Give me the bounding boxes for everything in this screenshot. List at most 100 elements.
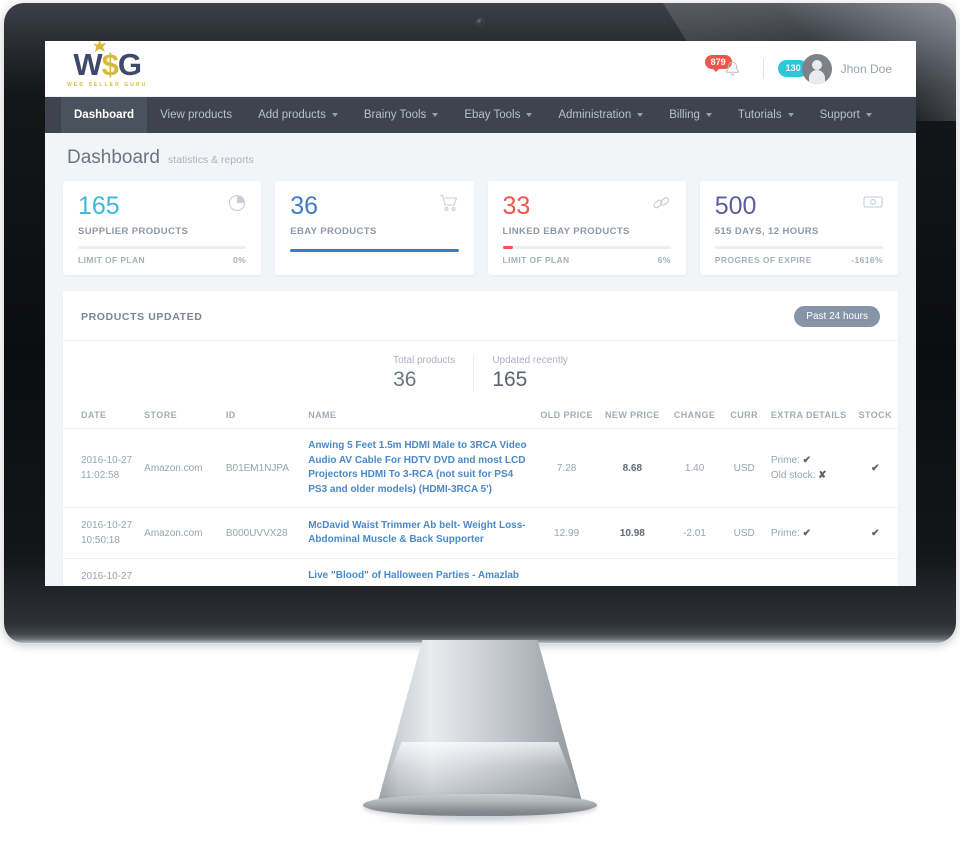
screenshot-stage: W$G WEB SELLER GURU 879 130 Jhon Doe Das… [0,0,960,842]
panel-header: PRODUCTS UPDATED Past 24 hours [63,291,898,341]
stat-footer: PROGRES OF EXPIRE -1616% [715,255,883,265]
nav-item-label: Dashboard [74,109,135,121]
nav-item-add-products[interactable]: Add products [245,97,351,133]
extra-detail-mark: ✔ [802,455,811,466]
product-link[interactable]: Live "Blood" of Halloween Parties - Amaz… [308,569,528,584]
notifications-button[interactable]: 879 [704,54,749,84]
avatar[interactable] [801,53,832,84]
cell-name: McDavid Waist Trimmer Ab belt- Weight Lo… [302,507,535,559]
time-value: 11:02:58 [81,470,120,481]
nav-item-label: Administration [558,109,632,121]
nav-item-brainy-tools[interactable]: Brainy Tools [351,97,451,133]
stat-label: SUPPLIER PRODUCTS [78,226,189,237]
nav-item-billing[interactable]: Billing [656,97,725,133]
cell-name: Live "Blood" of Halloween Parties - Amaz… [302,558,535,586]
column-header-date[interactable]: DATE [63,402,139,429]
product-link[interactable]: McDavid Waist Trimmer Ab belt- Weight Lo… [308,519,528,548]
nav-item-dashboard[interactable]: Dashboard [61,97,148,133]
column-header-change[interactable]: CHANGE [665,402,724,429]
cell-stock: ✔ [852,428,898,508]
table-row[interactable]: 2016-10-27 11:02:58 Amazon.com B01EM1NJPA An… [63,428,898,508]
stat-label: 515 DAYS, 12 HOURS [714,226,819,237]
money-icon [863,194,883,215]
cell-stock: ✔ [852,507,898,559]
total-label: Total products [393,355,456,366]
stat-card-supplier-products: 165 SUPPLIER PRODUCTS LIMIT OF PLAN 0% [63,181,262,275]
product-link[interactable]: Anwing 5 Feet 1.5m HDMI Male to 3RCA Vid… [308,439,528,497]
extra-detail: Old stock: ✘ [771,468,847,483]
stat-card-text: 33 LINKED EBAY PRODUCTS [502,192,630,238]
nav-item-ebay-tools[interactable]: Ebay Tools [451,97,545,133]
stat-card-top: 500 515 DAYS, 12 HOURS [715,194,883,237]
nav-item-label: Billing [669,109,700,121]
nav-item-label: Support [819,109,860,121]
date-value: 2016-10-27 [81,455,133,466]
extra-detail-label: Prime: [770,527,800,539]
time-range-button[interactable]: Past 24 hours [794,306,880,327]
column-header-stock[interactable]: STOCK [852,402,898,429]
stat-card-ebay-products: 36 EBAY PRODUCTS [275,181,474,275]
nav-item-view-products[interactable]: View products [147,97,245,133]
stat-value: 165 [78,192,120,220]
column-header-name[interactable]: NAME [302,402,535,429]
total-block-total-products: Total products 36 [375,355,473,392]
browser-screen: W$G WEB SELLER GURU 879 130 Jhon Doe Das… [45,41,916,586]
monitor-stand-reflection [370,812,590,826]
progress-track [714,246,883,249]
brand-logo[interactable]: W$G WEB SELLER GURU [67,41,147,88]
shopping-cart-icon [439,194,459,217]
column-header-new-price[interactable]: NEW PRICE [598,402,666,429]
cell-date: 2016-10-27 10:50:18 [63,507,139,559]
cell-new-price: 10.98 [598,507,666,559]
chevron-down-icon [331,113,338,117]
column-header-extra-details[interactable]: EXTRA DETAILS [764,402,853,429]
stat-card-top: 33 LINKED EBAY PRODUCTS [503,194,671,237]
avatar-body [808,69,825,84]
table-row[interactable]: 2016-10-27 10:50:18 Amazon.com B000UVVX28 Mc… [63,507,898,559]
stat-value: 33 [502,192,531,220]
chevron-down-icon [865,113,872,117]
link-icon [652,194,671,217]
cell-store [138,558,220,586]
cell-extra-details: Prime: ✔ [764,507,853,559]
page-subtitle: statistics & reports [167,154,254,166]
extra-detail-label: Prime: [770,455,800,466]
stat-card-top: 36 EBAY PRODUCTS [290,194,458,237]
nav-item-administration[interactable]: Administration [545,97,656,133]
stat-foot-value: 0% [233,255,247,265]
nav-item-support[interactable]: Support [807,97,885,133]
nav-item-label: Add products [258,109,326,121]
cell-curr [723,558,765,586]
column-header-id[interactable]: ID [219,402,303,429]
logo-wordmark: W$G [73,41,142,82]
column-header-curr[interactable]: CURR [723,402,765,429]
extra-detail: Prime: ✔ [771,526,847,541]
app-header: W$G WEB SELLER GURU 879 130 Jhon Doe [45,41,916,97]
extra-detail-mark: ✔ [802,527,811,539]
cell-old-price: 12.99 [534,507,599,559]
table-header-row: DATE STORE ID NAME OLD PRICE NEW PRICE CHANGE C… [63,402,898,429]
total-label: Updated recently [492,355,568,366]
cell-new-price [598,558,666,586]
stat-foot-value: 6% [657,255,671,265]
cell-change: -2.01 [665,507,724,559]
cell-store: Amazon.com [138,428,220,508]
column-header-store[interactable]: STORE [138,402,220,429]
stat-label: LINKED EBAY PRODUCTS [502,226,630,237]
table-row[interactable]: 2016-10-27 Live "Blood" of Halloween Part… [63,558,898,586]
cell-name: Anwing 5 Feet 1.5m HDMI Male to 3RCA Vid… [302,428,535,508]
stat-card-text: 165 SUPPLIER PRODUCTS [78,192,189,238]
user-name[interactable]: Jhon Doe [841,62,892,76]
logo-dollar-icon: $ [101,47,119,82]
webcam-icon [477,19,483,25]
panel-title: PRODUCTS UPDATED [81,310,203,323]
nav-item-tutorials[interactable]: Tutorials [725,97,807,133]
total-value: 36 [393,368,417,391]
progress-fill [502,246,513,249]
chevron-down-icon [787,113,794,117]
logo-letter-g: G [117,47,142,82]
column-header-old-price[interactable]: OLD PRICE [534,402,599,429]
cell-curr: USD [723,507,765,559]
nav-item-label: View products [160,109,233,121]
nav-item-label: Ebay Tools [464,109,521,121]
